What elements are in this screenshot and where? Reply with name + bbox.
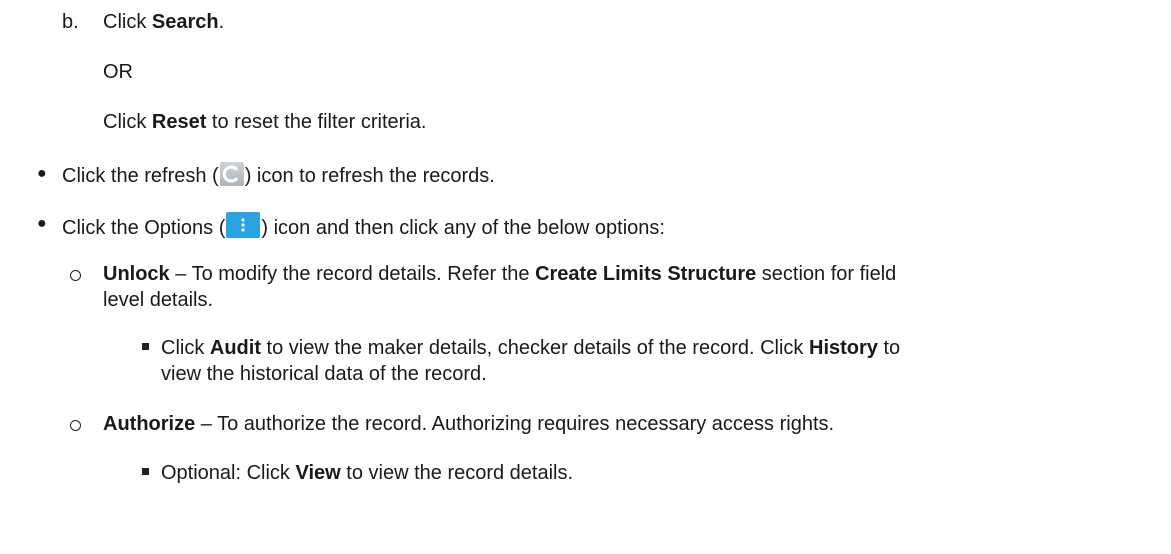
or-text: OR: [103, 61, 133, 83]
step-b-marker: b.: [62, 11, 79, 33]
options-line: Click the Options () icon and then click…: [62, 212, 665, 240]
refresh-line: Click the refresh () icon to refresh the…: [62, 162, 495, 188]
audit-line-2: view the historical data of the record.: [161, 363, 487, 385]
bullet-dot: ●: [37, 165, 47, 182]
sub-bullet-square: [142, 343, 149, 350]
step-b-line: Click Search.: [103, 11, 225, 33]
unlock-line: Unlock – To modify the record details. R…: [103, 263, 897, 285]
sub-bullet-circle: [70, 270, 81, 281]
audit-line: Click Audit to view the maker details, c…: [161, 337, 901, 359]
bullet-dot: ●: [37, 215, 47, 232]
view-line: Optional: Click View to view the record …: [161, 462, 574, 484]
unlock-line-2: level details.: [103, 289, 214, 311]
reset-line: Click Reset to reset the filter criteria…: [103, 111, 427, 133]
sub-bullet-square: [142, 468, 149, 475]
authorize-line: Authorize – To authorize the record. Aut…: [103, 413, 835, 435]
options-icon[interactable]: [226, 212, 261, 238]
refresh-icon[interactable]: [219, 162, 244, 186]
sub-bullet-circle: [70, 420, 81, 431]
